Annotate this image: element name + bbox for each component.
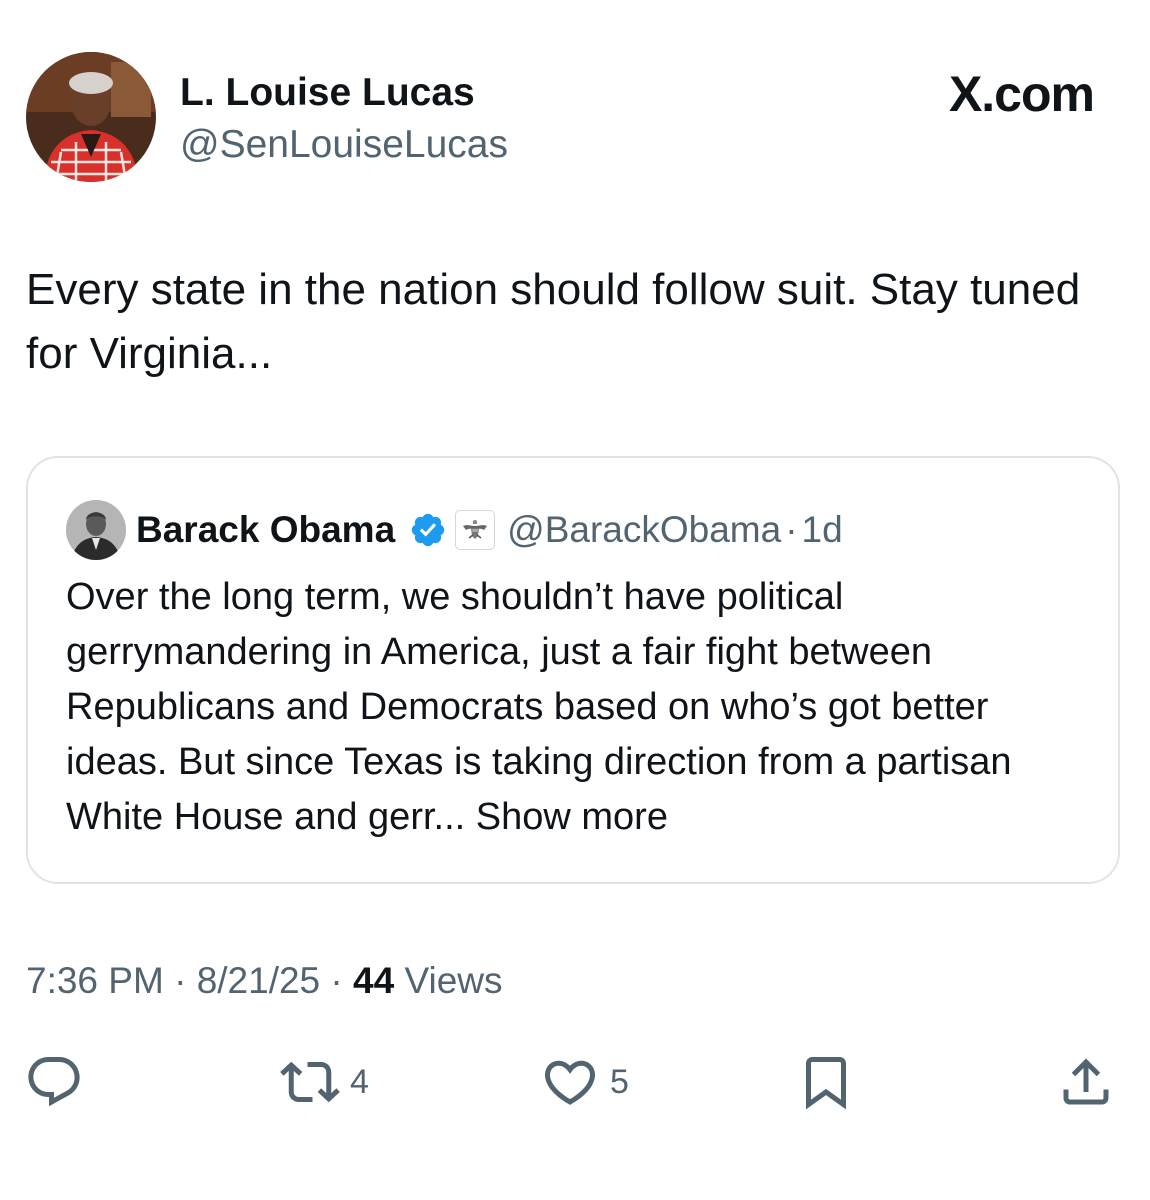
quote-separator: ·	[785, 509, 798, 550]
repost-count: 4	[350, 1062, 369, 1101]
reply-button[interactable]	[24, 1050, 94, 1114]
verified-badge-icon	[409, 511, 447, 549]
site-label: X.com	[948, 66, 1095, 122]
bookmark-icon	[806, 1057, 846, 1110]
repost-button[interactable]: 4	[280, 1050, 369, 1114]
share-icon	[1063, 1058, 1109, 1105]
bookmark-button[interactable]	[796, 1050, 856, 1114]
quote-header: Barack Obama @BarackObama · 1d	[136, 500, 843, 560]
views-count: 44	[353, 960, 395, 1001]
quote-avatar-image	[66, 500, 126, 560]
like-icon	[544, 1060, 596, 1105]
quote-text: Over the long term, we shouldn’t have po…	[66, 570, 1096, 845]
views-label: Views	[404, 960, 503, 1001]
author-avatar-image	[26, 52, 156, 182]
tweet-text: Every state in the nation should follow …	[26, 265, 1081, 378]
author-avatar[interactable]	[26, 52, 156, 182]
author-handle[interactable]: @SenLouiseLucas	[180, 122, 508, 168]
tweet-time[interactable]: 7:36 PM	[26, 960, 164, 1001]
share-button[interactable]	[1056, 1050, 1116, 1114]
meta-separator: ·	[174, 960, 187, 1001]
quote-author-name[interactable]: Barack Obama	[136, 509, 395, 551]
show-more-link[interactable]: Show more	[476, 796, 668, 838]
affiliate-seal-icon[interactable]	[455, 510, 496, 550]
repost-icon	[280, 1061, 340, 1103]
quote-avatar[interactable]	[66, 500, 126, 560]
like-count: 5	[610, 1062, 629, 1101]
reply-icon	[28, 1057, 80, 1107]
quote-timestamp[interactable]: 1d	[802, 509, 843, 551]
meta-separator: ·	[330, 960, 343, 1001]
quote-author-handle[interactable]: @BarackObama	[507, 509, 781, 551]
tweet-meta: 7:36 PM · 8/21/25 · 44 Views	[26, 956, 503, 1006]
author-name[interactable]: L. Louise Lucas	[180, 70, 475, 116]
quoted-tweet-card[interactable]: Barack Obama @BarackObama · 1d Over the …	[26, 456, 1120, 884]
like-button[interactable]: 5	[540, 1050, 629, 1114]
tweet-date[interactable]: 8/21/25	[197, 960, 320, 1001]
